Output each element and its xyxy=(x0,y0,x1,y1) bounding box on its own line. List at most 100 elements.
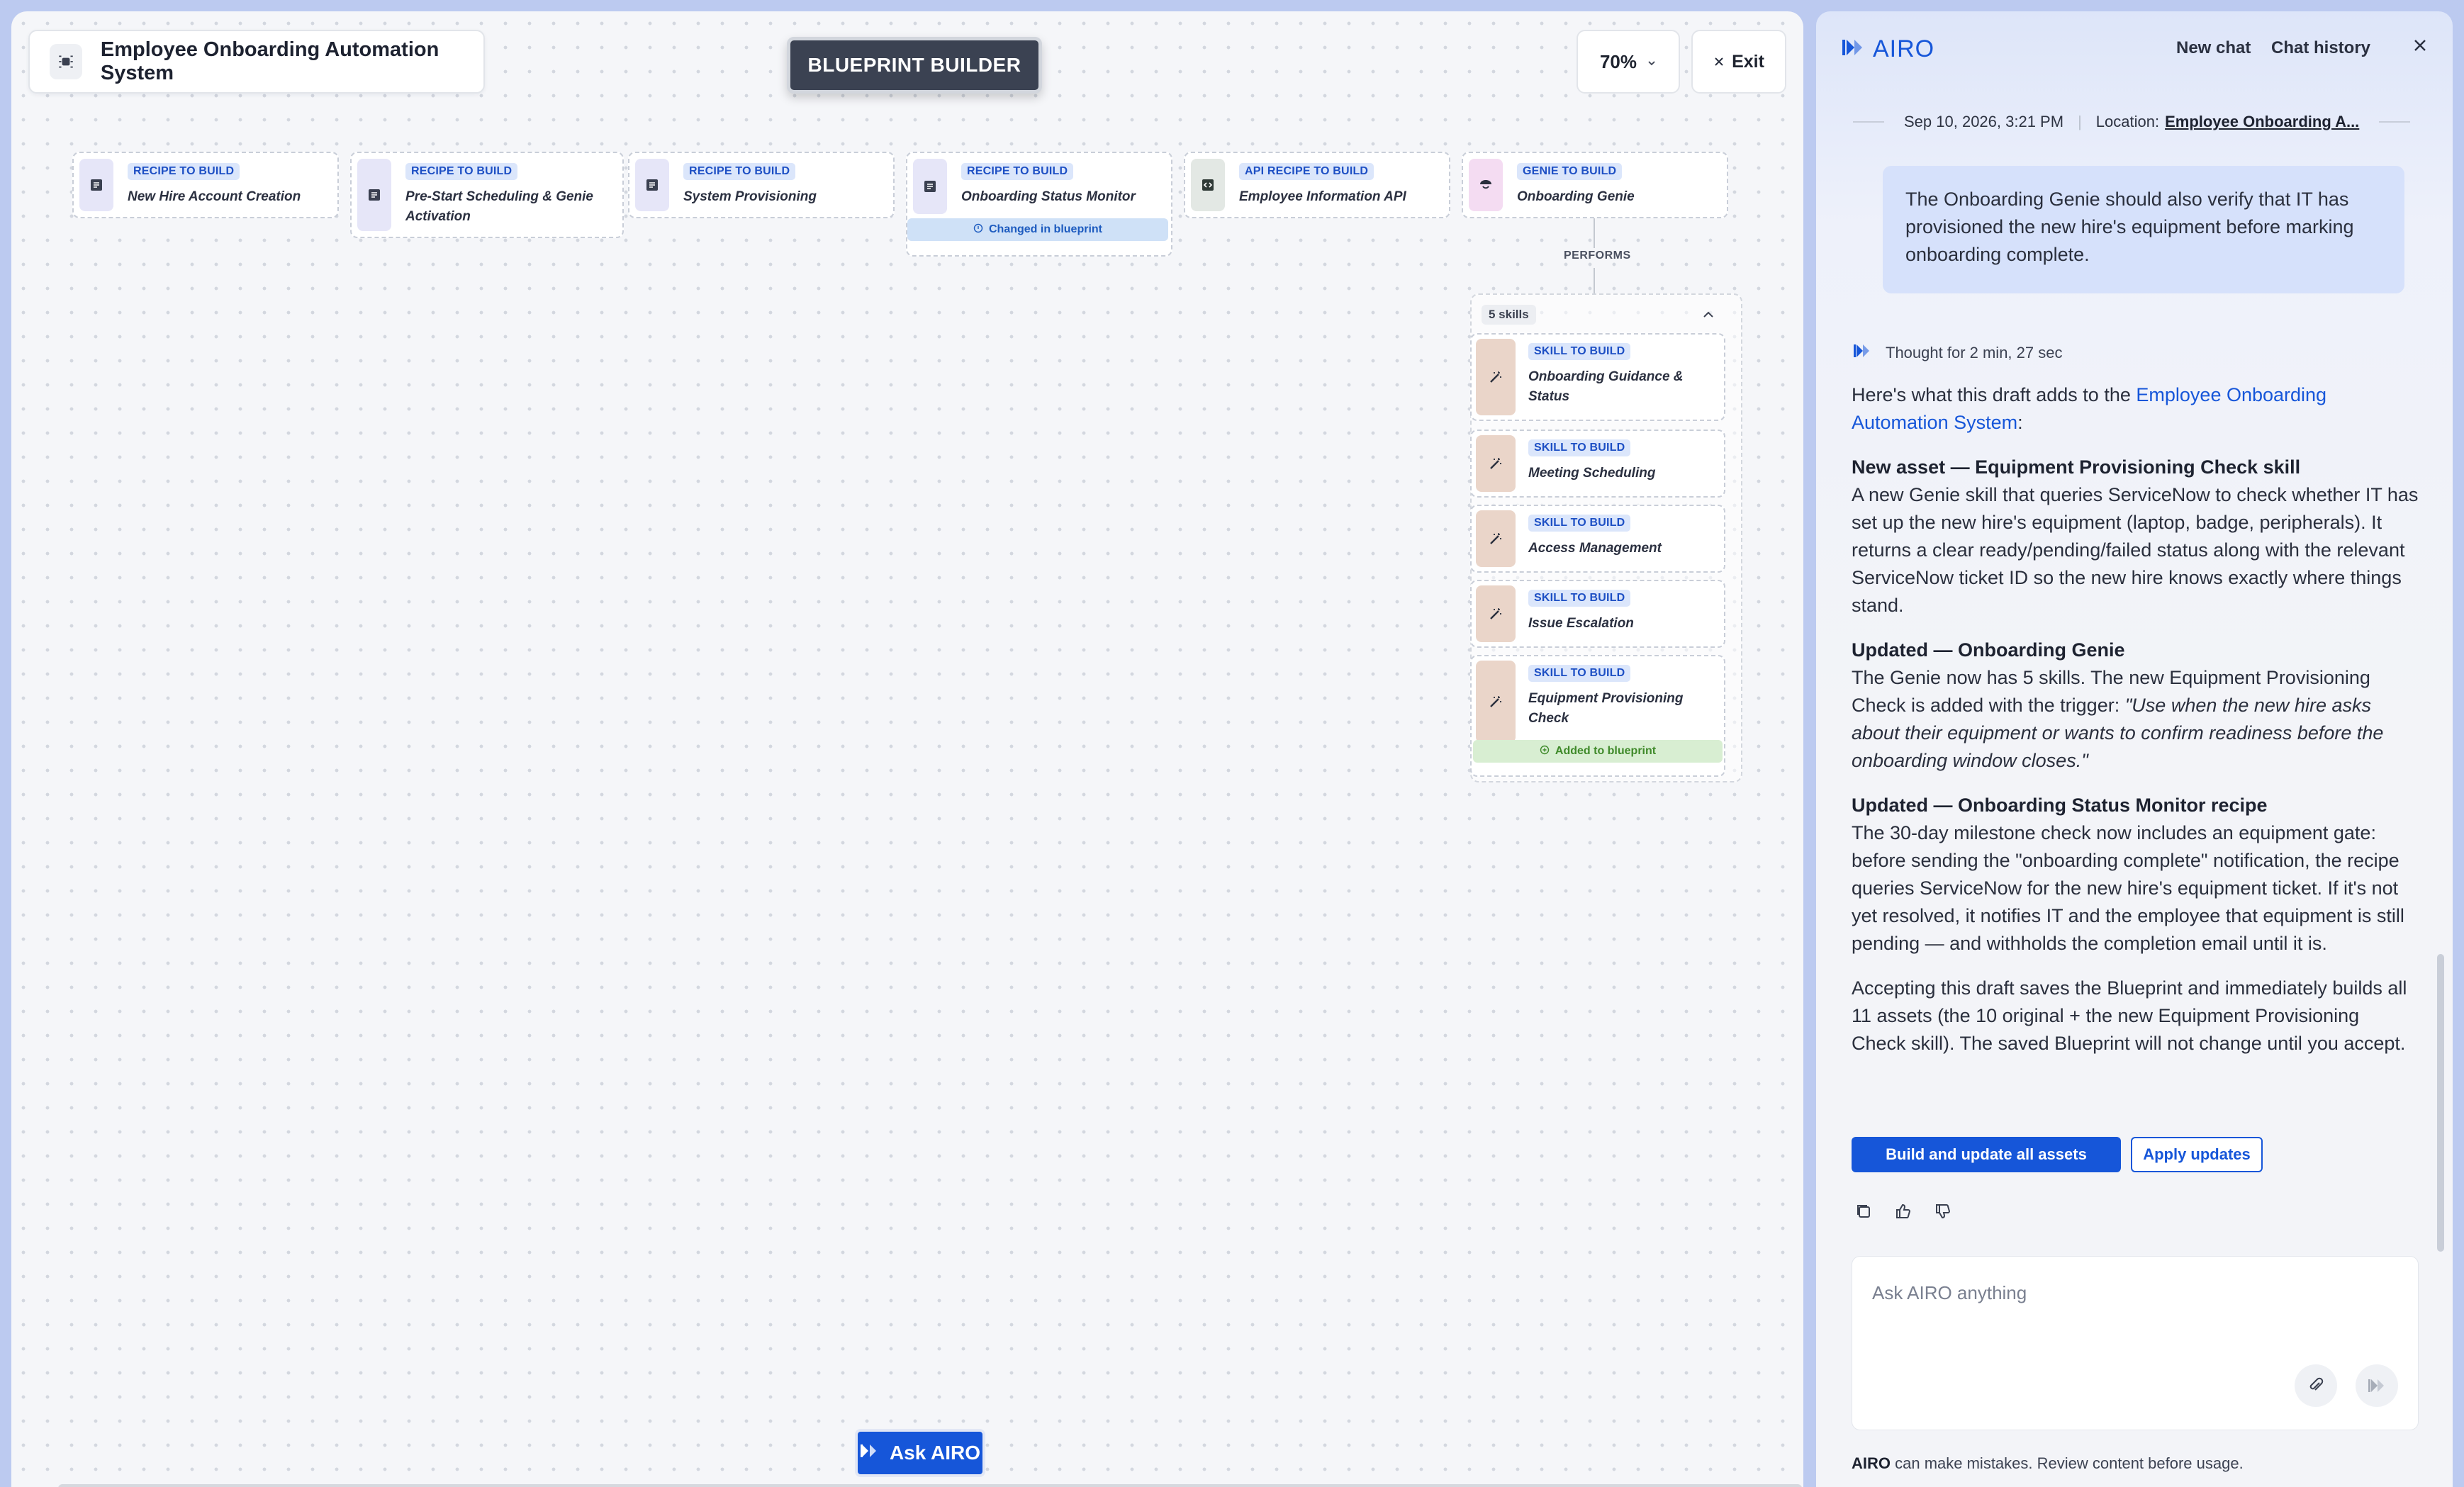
node-pre-start-scheduling[interactable]: RECIPE TO BUILD Pre-Start Scheduling & G… xyxy=(350,152,624,238)
status-label: Added to blueprint xyxy=(1555,745,1657,757)
intro-text: Here's what this draft adds to the xyxy=(1852,384,2131,405)
chat-input-placeholder[interactable]: Ask AIRO anything xyxy=(1872,1282,2027,1304)
zoom-value: 70% xyxy=(1599,50,1637,72)
skill-onboarding-guidance[interactable]: SKILL TO BUILD Onboarding Guidance & Sta… xyxy=(1470,333,1725,421)
added-to-blueprint-badge: Added to blueprint xyxy=(1473,740,1723,763)
node-name: Onboarding Status Monitor xyxy=(961,189,1136,204)
skills-count-badge: 5 skills xyxy=(1482,305,1536,325)
blueprint-canvas[interactable]: Employee Onboarding Automation System BL… xyxy=(11,11,1803,1487)
brand-name: AIRO xyxy=(1873,35,1935,62)
section-body: The 30-day milestone check now includes … xyxy=(1852,822,2404,954)
horizontal-scrollbar[interactable] xyxy=(58,1484,1802,1487)
section-title: Updated — Onboarding Status Monitor reci… xyxy=(1852,795,2268,816)
thought-indicator[interactable]: Thought for 2 min, 27 sec xyxy=(1853,343,2062,363)
skill-access-management[interactable]: SKILL TO BUILD Access Management xyxy=(1470,505,1725,573)
airo-logo-icon xyxy=(1853,343,1871,363)
info-circle-icon xyxy=(973,223,983,237)
apply-updates-button[interactable]: Apply updates xyxy=(2131,1137,2263,1172)
separator: | xyxy=(2078,113,2082,130)
section-title: New asset — Equipment Provisioning Check… xyxy=(1852,456,2301,478)
copy-icon[interactable] xyxy=(1854,1202,1873,1224)
airo-chat-panel: AIRO New chat Chat history Sep 10, 2026,… xyxy=(1816,11,2453,1487)
api-icon xyxy=(1191,159,1225,211)
skill-issue-escalation[interactable]: SKILL TO BUILD Issue Escalation xyxy=(1470,580,1725,648)
intro-paragraph: Here's what this draft adds to the Emplo… xyxy=(1852,381,2419,437)
thumbs-up-icon[interactable] xyxy=(1894,1202,1913,1224)
connector-line xyxy=(1594,218,1595,248)
document-icon xyxy=(79,159,113,211)
close-icon[interactable] xyxy=(2410,35,2430,59)
document-icon xyxy=(357,159,391,231)
divider xyxy=(1853,121,1884,123)
thumbs-down-icon[interactable] xyxy=(1934,1202,1952,1224)
node-employee-information-api[interactable]: API RECIPE TO BUILD Employee Information… xyxy=(1184,152,1450,218)
timestamp: Sep 10, 2026, 3:21 PM xyxy=(1904,113,2064,130)
node-tag: API RECIPE TO BUILD xyxy=(1239,163,1374,180)
changed-in-blueprint-badge: Changed in blueprint xyxy=(907,218,1168,241)
node-name: Onboarding Genie xyxy=(1517,189,1635,204)
node-tag: SKILL TO BUILD xyxy=(1528,515,1631,532)
paperclip-icon[interactable] xyxy=(2295,1364,2337,1407)
location-link[interactable]: Employee Onboarding A... xyxy=(2165,113,2359,131)
node-tag: SKILL TO BUILD xyxy=(1528,590,1631,607)
node-tag: SKILL TO BUILD xyxy=(1528,343,1631,360)
document-icon xyxy=(913,159,947,214)
ask-airo-label: Ask AIRO xyxy=(889,1442,981,1464)
chat-history-button[interactable]: Chat history xyxy=(2271,38,2370,58)
magic-wand-icon xyxy=(1476,585,1516,642)
section-updated-genie: Updated — Onboarding Genie The Genie now… xyxy=(1852,636,2419,775)
node-onboarding-genie[interactable]: GENIE TO BUILD Onboarding Genie xyxy=(1462,152,1728,218)
genie-icon xyxy=(1469,159,1503,211)
assistant-response: Here's what this draft adds to the Emplo… xyxy=(1852,381,2419,1074)
disclaimer-brand: AIRO xyxy=(1852,1454,1891,1472)
disclaimer: AIRO can make mistakes. Review content b… xyxy=(1852,1454,2244,1473)
node-tag: RECIPE TO BUILD xyxy=(128,163,240,180)
message-meta: Sep 10, 2026, 3:21 PM | Location: Employ… xyxy=(1853,108,2427,136)
chat-composer[interactable]: Ask AIRO anything xyxy=(1852,1256,2419,1430)
airo-logo-icon xyxy=(1842,38,1866,61)
skill-meeting-scheduling[interactable]: SKILL TO BUILD Meeting Scheduling xyxy=(1470,430,1725,498)
connector-line xyxy=(1594,268,1595,293)
divider xyxy=(2379,121,2411,123)
project-title: Employee Onboarding Automation System xyxy=(100,38,439,84)
skills-header: 5 skills xyxy=(1482,305,1536,325)
section-body: A new Genie skill that queries ServiceNo… xyxy=(1852,484,2419,616)
close-icon xyxy=(1713,52,1725,72)
new-chat-button[interactable]: New chat xyxy=(2176,38,2251,58)
node-name: Access Management xyxy=(1528,541,1662,556)
magic-wand-icon xyxy=(1476,661,1516,743)
blueprint-builder-badge: BLUEPRINT BUILDER xyxy=(787,37,1042,94)
exit-label: Exit xyxy=(1732,51,1764,72)
node-tag: RECIPE TO BUILD xyxy=(961,163,1074,180)
closing-paragraph: Accepting this draft saves the Blueprint… xyxy=(1852,977,2407,1054)
chevron-up-icon[interactable] xyxy=(1701,308,1715,325)
project-title-chip[interactable]: Employee Onboarding Automation System xyxy=(28,30,485,94)
node-tag: RECIPE TO BUILD xyxy=(683,163,796,180)
exit-button[interactable]: Exit xyxy=(1691,30,1786,94)
document-icon xyxy=(635,159,669,211)
intro-suffix: : xyxy=(2017,412,2023,433)
magic-wand-icon xyxy=(1476,339,1516,415)
node-new-hire-account-creation[interactable]: RECIPE TO BUILD New Hire Account Creatio… xyxy=(72,152,339,218)
magic-wand-icon xyxy=(1476,435,1516,492)
send-icon[interactable] xyxy=(2356,1364,2398,1407)
node-tag: RECIPE TO BUILD xyxy=(405,163,518,180)
section-updated-recipe: Updated — Onboarding Status Monitor reci… xyxy=(1852,792,2419,958)
thought-duration: Thought for 2 min, 27 sec xyxy=(1886,344,2063,361)
ask-airo-button[interactable]: Ask AIRO xyxy=(855,1429,985,1477)
performs-label: PERFORMS xyxy=(1564,249,1631,262)
node-name: Issue Escalation xyxy=(1528,616,1634,631)
node-system-provisioning[interactable]: RECIPE TO BUILD System Provisioning xyxy=(628,152,895,218)
vertical-scrollbar[interactable] xyxy=(2437,954,2444,1252)
airo-brand: AIRO xyxy=(1842,35,1934,63)
user-message: The Onboarding Genie should also verify … xyxy=(1883,166,2404,293)
node-tag: SKILL TO BUILD xyxy=(1528,439,1631,456)
build-and-update-button[interactable]: Build and update all assets xyxy=(1852,1137,2121,1172)
status-label: Changed in blueprint xyxy=(989,223,1102,235)
node-name: Pre-Start Scheduling & Genie Activation xyxy=(405,189,593,224)
node-name: Employee Information API xyxy=(1239,189,1406,204)
section-title: Updated — Onboarding Genie xyxy=(1852,639,2125,661)
section-new-asset: New asset — Equipment Provisioning Check… xyxy=(1852,454,2419,619)
zoom-dropdown[interactable]: 70% xyxy=(1577,30,1680,94)
node-name: Equipment Provisioning Check xyxy=(1528,691,1684,726)
